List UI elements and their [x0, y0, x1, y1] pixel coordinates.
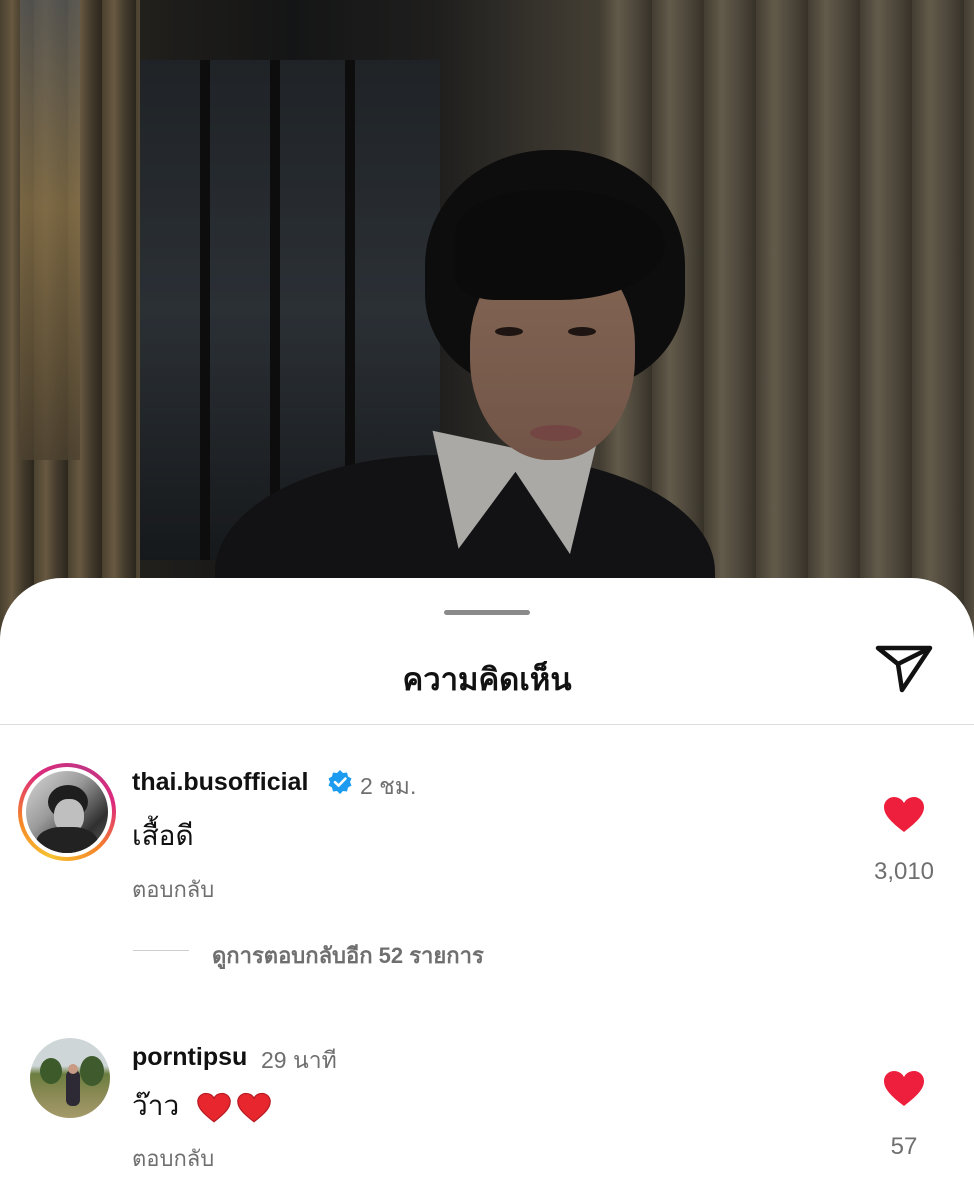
like-count: 3,010 — [873, 858, 935, 885]
red-heart-icon — [237, 1092, 271, 1123]
heart-icon[interactable] — [883, 796, 925, 834]
avatar[interactable] — [30, 1038, 110, 1118]
verified-badge-icon — [328, 770, 352, 794]
header-divider — [0, 724, 974, 725]
paper-plane-icon — [875, 645, 933, 693]
comment-username[interactable]: porntipsu — [132, 1043, 247, 1072]
reply-button[interactable]: ตอบกลับ — [132, 1141, 214, 1176]
comment-username[interactable]: thai.busofficial — [132, 768, 308, 797]
red-heart-icon — [197, 1092, 231, 1123]
like-count: 57 — [890, 1133, 918, 1160]
post-photo-background — [0, 0, 974, 640]
story-ring[interactable] — [18, 763, 116, 861]
comment-text: ว๊าว — [132, 1084, 271, 1128]
comment-text: เสื้อดี — [132, 820, 194, 851]
comment-text-words: ว๊าว — [132, 1090, 180, 1121]
share-button[interactable] — [872, 640, 936, 696]
comments-sheet: ความคิดเห็น thai.busofficial 2 ชม. เสื้อ… — [0, 578, 974, 1200]
sheet-drag-handle[interactable] — [444, 610, 530, 615]
sheet-title: ความคิดเห็น — [402, 662, 572, 697]
heart-icon[interactable] — [883, 1070, 925, 1108]
avatar[interactable] — [26, 771, 108, 853]
comment-time: 29 นาที — [261, 1047, 337, 1073]
view-replies-button[interactable]: ดูการตอบกลับอีก 52 รายการ — [212, 938, 484, 973]
reply-button[interactable]: ตอบกลับ — [132, 872, 214, 907]
comment-time: 2 ชม. — [360, 773, 417, 799]
